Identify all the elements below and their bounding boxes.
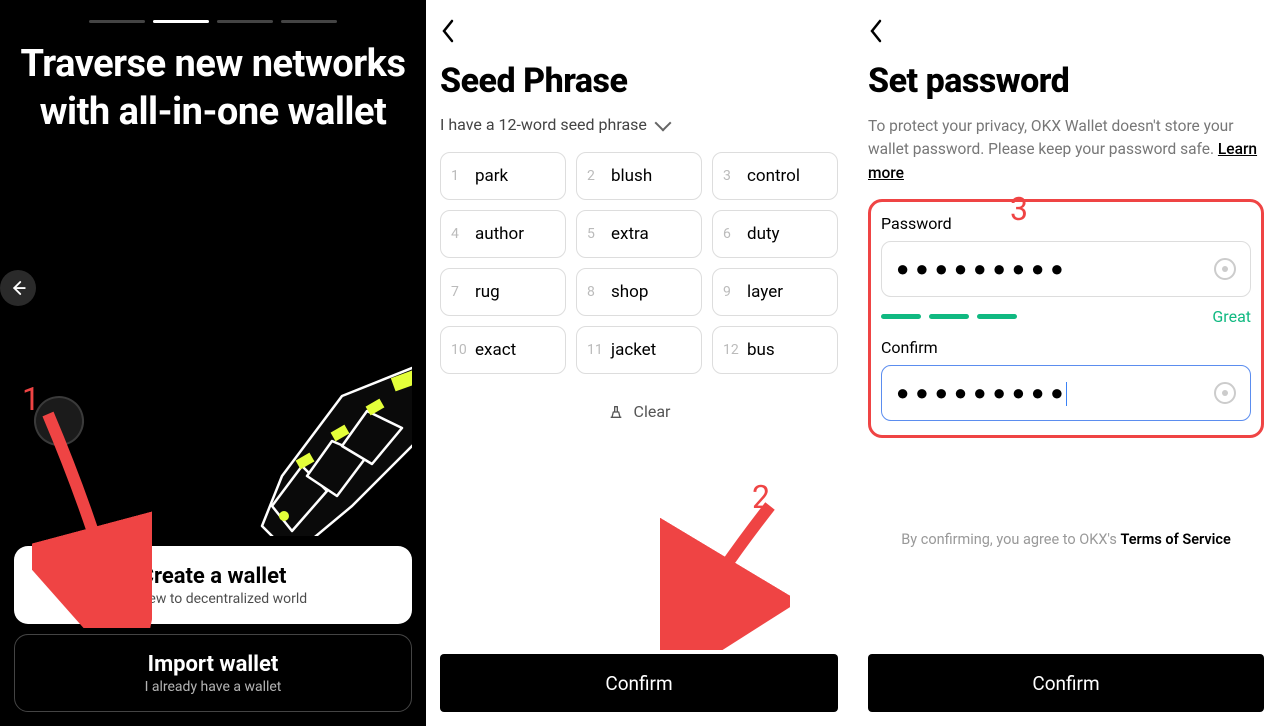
chevron-left-icon <box>440 18 456 44</box>
annotation-number-3: 3 <box>1010 190 1028 228</box>
text-cursor <box>1066 382 1068 406</box>
password-description: To protect your privacy, OKX Wallet does… <box>868 115 1264 185</box>
seed-word-value: park <box>475 166 508 186</box>
arrow-left-icon <box>9 279 27 297</box>
back-button[interactable] <box>440 12 470 61</box>
seed-word-index: 6 <box>723 226 739 242</box>
seed-word-value: layer <box>747 282 783 302</box>
import-wallet-title: Import wallet <box>148 652 279 677</box>
seed-word-index: 11 <box>587 342 603 358</box>
password-input[interactable]: ●●●●●●●●● <box>881 241 1251 297</box>
eye-icon[interactable] <box>1214 382 1236 404</box>
seed-word-index: 7 <box>451 284 467 300</box>
page-indicator <box>14 20 412 23</box>
tos-link[interactable]: Terms of Service <box>1120 531 1230 548</box>
seed-word-input[interactable]: 11 jacket <box>576 326 702 374</box>
seed-word-index: 12 <box>723 342 739 358</box>
seed-word-value: exact <box>475 340 516 360</box>
seed-word-input[interactable]: 7 rug <box>440 268 566 316</box>
tos-notice: By confirming, you agree to OKX's Terms … <box>868 531 1264 548</box>
seed-word-input[interactable]: 10 exact <box>440 326 566 374</box>
password-strength: Great <box>881 307 1251 326</box>
seed-word-input[interactable]: 8 shop <box>576 268 702 316</box>
seed-word-input[interactable]: 3 control <box>712 152 838 200</box>
robot-hand-icon <box>142 356 412 536</box>
seed-type-label: I have a 12-word seed phrase <box>440 115 647 134</box>
confirm-password-label: Confirm <box>881 338 1251 357</box>
seed-word-value: control <box>747 166 800 186</box>
back-button[interactable] <box>0 270 36 306</box>
seed-word-value: rug <box>475 282 500 302</box>
annotation-number-1: 1 <box>22 380 40 418</box>
seed-word-value: extra <box>611 224 649 244</box>
seed-word-input[interactable]: 12 bus <box>712 326 838 374</box>
password-form-highlight: Password ●●●●●●●●● Great Confirm ●●●●●●●… <box>868 199 1264 438</box>
create-wallet-title: Create a wallet <box>140 564 287 589</box>
chevron-left-icon <box>868 18 884 44</box>
import-wallet-sub: I already have a wallet <box>145 679 282 695</box>
seed-word-input[interactable]: 1 park <box>440 152 566 200</box>
strength-label: Great <box>1212 307 1251 326</box>
annotation-number-2: 2 <box>752 478 770 516</box>
annotation-arrow-1 <box>32 408 152 628</box>
seed-word-input[interactable]: 4 author <box>440 210 566 258</box>
seed-type-select[interactable]: I have a 12-word seed phrase <box>440 115 838 134</box>
seed-word-index: 9 <box>723 284 739 300</box>
eye-icon[interactable] <box>1214 258 1236 280</box>
clear-button[interactable]: Clear <box>440 402 838 421</box>
seed-word-index: 8 <box>587 284 603 300</box>
seed-word-input[interactable]: 6 duty <box>712 210 838 258</box>
seed-word-index: 5 <box>587 226 603 242</box>
seed-word-value: bus <box>747 340 775 360</box>
seed-word-index: 4 <box>451 226 467 242</box>
clear-label: Clear <box>634 402 671 421</box>
set-password-screen: Set password To protect your privacy, OK… <box>852 0 1280 726</box>
seed-word-value: jacket <box>611 340 656 360</box>
onboarding-title: Traverse new networks with all-in-one wa… <box>14 41 412 136</box>
page-title: Set password <box>868 61 1264 101</box>
page-title: Seed Phrase <box>440 61 838 101</box>
seed-words-grid: 1 park 2 blush 3 control 4 author 5 extra 6 duty 7 ru… <box>440 152 838 374</box>
confirm-button[interactable]: Confirm <box>440 654 838 712</box>
password-value: ●●●●●●●●● <box>896 256 1204 282</box>
back-button[interactable] <box>868 12 898 61</box>
chevron-down-icon <box>654 114 671 131</box>
seed-word-input[interactable]: 9 layer <box>712 268 838 316</box>
import-wallet-button[interactable]: Import wallet I already have a wallet <box>14 634 412 712</box>
confirm-password-input[interactable]: ●●●●●●●●● <box>881 365 1251 421</box>
confirm-password-value: ●●●●●●●●● <box>896 380 1204 406</box>
seed-word-value: blush <box>611 166 652 186</box>
confirm-button[interactable]: Confirm <box>868 654 1264 712</box>
seed-word-value: author <box>475 224 524 244</box>
seed-word-index: 3 <box>723 168 739 184</box>
seed-word-value: duty <box>747 224 780 244</box>
annotation-arrow-2 <box>660 500 790 650</box>
seed-word-input[interactable]: 5 extra <box>576 210 702 258</box>
seed-word-value: shop <box>611 282 648 302</box>
seed-word-index: 10 <box>451 342 467 358</box>
seed-word-index: 2 <box>587 168 603 184</box>
seed-word-index: 1 <box>451 168 467 184</box>
broom-icon <box>608 404 624 420</box>
seed-word-input[interactable]: 2 blush <box>576 152 702 200</box>
password-label: Password <box>881 214 1251 233</box>
